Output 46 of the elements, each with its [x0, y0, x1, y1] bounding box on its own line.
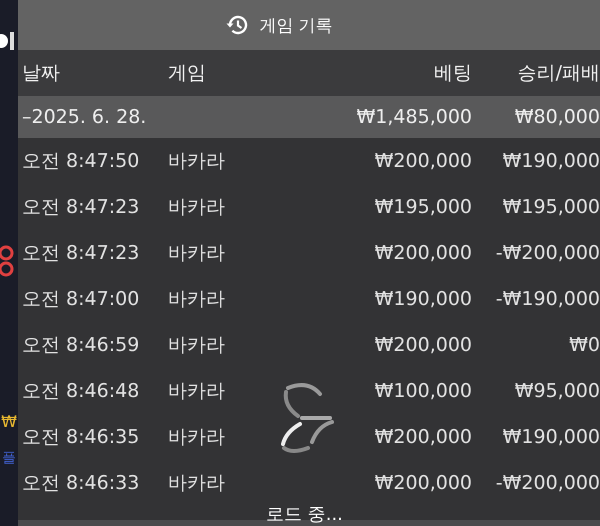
game-cell-text: 바카라: [168, 471, 226, 496]
game-cell-text: 바카라: [168, 149, 226, 174]
bet-cell-text: ₩1,485,000: [356, 106, 472, 128]
result-cell-text: ₩190,000: [502, 150, 600, 172]
result-cell-text: ₩0: [568, 334, 600, 356]
column-header: 승리/패배: [516, 61, 600, 86]
date-cell-text: –2025. 6. 28.: [22, 106, 148, 128]
time-cell-text: 오전 8:46:48: [22, 379, 140, 404]
bet-cell-text: ₩100,000: [374, 380, 472, 402]
time-cell-text: 오전 8:46:35: [22, 425, 140, 450]
bet-cell-text: ₩200,000: [374, 150, 472, 172]
currency-mark: ₩: [1, 412, 17, 431]
result-cell-text: ₩195,000: [502, 196, 600, 218]
bet-cell-text: ₩190,000: [374, 288, 472, 310]
side-label: 플: [2, 449, 16, 467]
bet-cell-text: ₩200,000: [374, 472, 472, 494]
game-cell-text: 바카라: [168, 195, 226, 220]
logo-icon: [0, 30, 15, 52]
history-icon: [225, 13, 250, 37]
bet-cell-text: ₩200,000: [374, 426, 472, 448]
loading-text: 로드 중...: [266, 503, 343, 526]
time-cell-text: 오전 8:47:23: [22, 241, 140, 266]
bet-cell-text: ₩200,000: [374, 242, 472, 264]
game-cell-text: 바카라: [168, 333, 226, 358]
game-cell-text: 바카라: [168, 425, 226, 450]
column-header: 게임: [168, 61, 207, 86]
result-cell-text: -₩190,000: [494, 288, 600, 310]
time-cell-text: 오전 8:46:59: [22, 333, 140, 358]
game-cell-text: 바카라: [168, 287, 226, 312]
result-cell-text: ₩190,000: [502, 426, 600, 448]
result-cell-text: ₩95,000: [514, 380, 600, 402]
summary-row[interactable]: –2025. 6. 28. ₩1,485,000 ₩80,000: [18, 96, 600, 138]
time-cell-text: 오전 8:47:50: [22, 149, 140, 174]
time-cell-text: 오전 8:46:33: [22, 471, 140, 496]
column-header: 베팅: [433, 61, 472, 86]
bet-cell-text: ₩195,000: [374, 196, 472, 218]
game-cell-text: 바카라: [168, 241, 226, 266]
game-cell-text: 바카라: [168, 379, 226, 404]
result-cell-text: -₩200,000: [494, 242, 600, 264]
result-cell-text: ₩80,000: [514, 106, 600, 128]
time-cell-text: 오전 8:47:00: [22, 287, 140, 312]
bet-cell-text: ₩200,000: [374, 334, 472, 356]
result-cell-text: -₩200,000: [494, 472, 600, 494]
dialog-title: 게임 기록: [259, 14, 333, 36]
time-cell-text: 오전 8:47:23: [22, 195, 140, 220]
column-header: 날짜: [22, 61, 61, 86]
